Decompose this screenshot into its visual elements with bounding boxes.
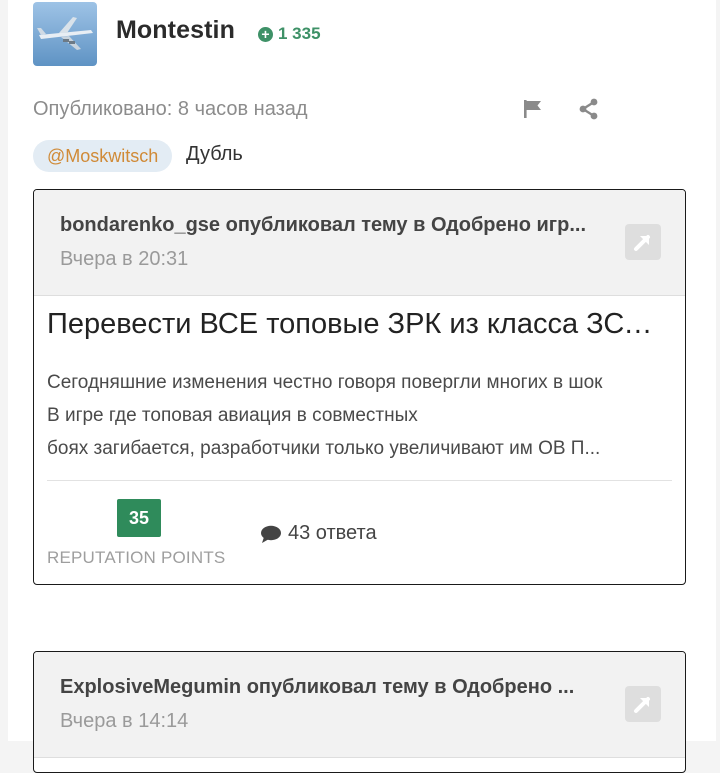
- reputation-count: 1 335: [278, 24, 321, 43]
- embed-header-title[interactable]: ExplosiveMegumin опубликовал тему в Одоб…: [60, 676, 615, 699]
- post-text: Дубль: [186, 143, 243, 165]
- replies-count[interactable]: 43 ответа: [260, 522, 377, 545]
- published-time: Опубликовано: 8 часов назад: [33, 98, 308, 120]
- reputation-points-value: 35: [117, 499, 161, 537]
- excerpt-line: боях загибается, разработчики только уве…: [47, 438, 601, 459]
- embedded-topic[interactable]: bondarenko_gse опубликовал тему в Одобре…: [33, 189, 686, 585]
- embed-time: Вчера в 20:31: [60, 248, 189, 270]
- share-icon[interactable]: [577, 97, 601, 121]
- embed-header: ExplosiveMegumin опубликовал тему в Одоб…: [34, 652, 685, 758]
- excerpt-line: Сегодняшние изменения честно говоря пове…: [47, 372, 603, 393]
- external-link-icon[interactable]: [625, 686, 661, 722]
- embed-time: Вчера в 14:14: [60, 710, 189, 732]
- excerpt-line: В игре где топовая авиация в совместных: [47, 405, 418, 426]
- embed-title[interactable]: Перевести ВСЕ топовые ЗРК из класса ЗСУ …: [47, 308, 667, 341]
- embed-excerpt: Сегодняшние изменения честно говоря пове…: [47, 366, 673, 465]
- plus-circle-icon: +: [258, 26, 273, 42]
- embedded-topic[interactable]: ExplosiveMegumin опубликовал тему в Одоб…: [33, 651, 686, 773]
- replies-label: 43 ответа: [288, 522, 377, 544]
- comment-icon: [261, 525, 281, 543]
- divider: [47, 480, 672, 481]
- reputation-points-label: REPUTATION POINTS: [47, 548, 226, 567]
- flag-icon[interactable]: [521, 97, 545, 121]
- avatar[interactable]: [33, 2, 97, 66]
- reputation-badge: + 1 335: [258, 24, 321, 44]
- user-mention[interactable]: @Moskwitsch: [33, 140, 173, 172]
- external-link-icon[interactable]: [625, 224, 661, 260]
- embed-header-title[interactable]: bondarenko_gse опубликовал тему в Одобре…: [60, 214, 615, 237]
- author-name[interactable]: Montestin: [116, 16, 235, 45]
- forum-post: Montestin + 1 335 Опубликовано: 8 часов …: [8, 0, 716, 773]
- embed-header: bondarenko_gse опубликовал тему в Одобре…: [34, 190, 685, 296]
